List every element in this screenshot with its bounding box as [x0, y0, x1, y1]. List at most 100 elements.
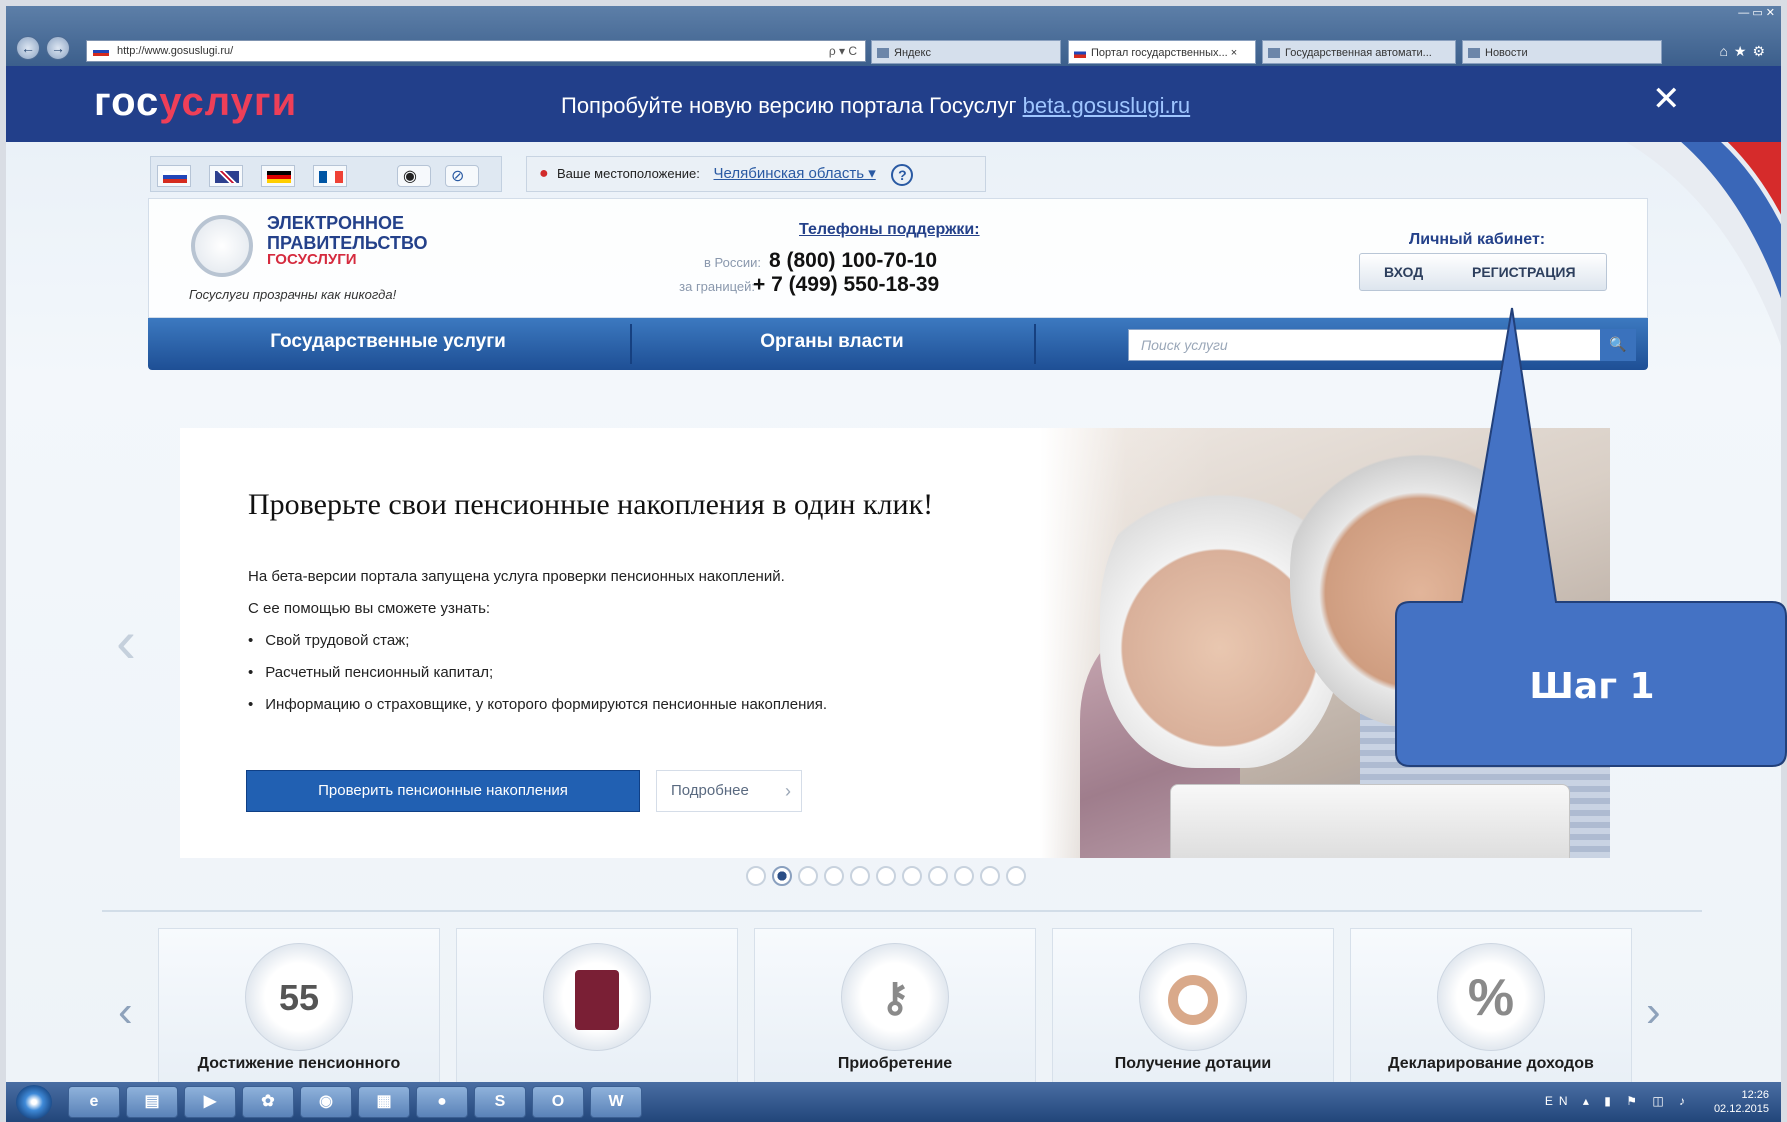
- lifebuoy-icon: [1139, 943, 1247, 1051]
- main-nav: Государственные услуги Органы власти Пои…: [148, 318, 1648, 370]
- category-pension[interactable]: 55 Достижение пенсионного: [158, 928, 440, 1082]
- back-icon[interactable]: ←: [16, 36, 40, 60]
- categories-prev-icon[interactable]: ‹: [118, 990, 133, 1034]
- tab-yandex[interactable]: Яндекс: [871, 40, 1061, 64]
- nav-authorities[interactable]: Органы власти: [632, 318, 1032, 370]
- lang-ru[interactable]: [157, 165, 191, 187]
- browser-chrome: ← → http://www.gosuslugi.ru/ ρ ▾ C Яндек…: [6, 6, 1781, 66]
- tray-icons[interactable]: EN ▴ ▮ ⚑ ◫ ♪: [1545, 1094, 1691, 1108]
- logo-part1: гос: [94, 80, 160, 124]
- slider-dot[interactable]: [928, 866, 948, 886]
- taskbar-app-icon[interactable]: ●: [416, 1086, 468, 1118]
- register-button[interactable]: РЕГИСТРАЦИЯ: [1472, 264, 1576, 280]
- location-bar: ● Ваше местоположение: Челябинская облас…: [526, 156, 986, 192]
- taskbar-app-icon[interactable]: S: [474, 1086, 526, 1118]
- taskbar-app-icon[interactable]: W: [590, 1086, 642, 1118]
- taskbar-app-icon[interactable]: e: [68, 1086, 120, 1118]
- tab-favicon-icon: [1468, 48, 1480, 58]
- promo-slider: Проверьте свои пенсионные накопления в о…: [180, 428, 1610, 858]
- eye-icon[interactable]: ◉: [397, 165, 431, 187]
- slider-dot[interactable]: [746, 866, 766, 886]
- portal-page: ◉ ⊘ ● Ваше местоположение: Челябинская о…: [6, 142, 1781, 1082]
- browser-tools-icons[interactable]: ⌂★⚙: [1719, 43, 1771, 60]
- category-label: Приобретение: [837, 1055, 953, 1072]
- search-input[interactable]: Поиск услуги: [1128, 329, 1602, 361]
- beta-link[interactable]: beta.gosuslugi.ru: [1023, 93, 1191, 118]
- percent-icon: %: [1437, 943, 1545, 1051]
- taskbar-app-icon[interactable]: ◉: [300, 1086, 352, 1118]
- taskbar-app-icon[interactable]: ▶: [184, 1086, 236, 1118]
- slider-dot[interactable]: [954, 866, 974, 886]
- slider-dot[interactable]: [824, 866, 844, 886]
- more-button-label: Подробнее: [671, 782, 749, 799]
- step-callout-label: Шаг 1: [1529, 666, 1655, 707]
- tab-news[interactable]: Новости: [1462, 40, 1662, 64]
- category-passport[interactable]: [456, 928, 738, 1082]
- phone-abroad: + 7 (499) 550-18-39: [753, 273, 940, 296]
- slogan: Госуслуги прозрачны как никогда!: [189, 287, 397, 302]
- portal-header: ЭЛЕКТРОННОЕ ПРАВИТЕЛЬСТВО ГОСУСЛУГИ Госу…: [148, 198, 1648, 318]
- address-bar[interactable]: http://www.gosuslugi.ru/ ρ ▾ C: [86, 40, 866, 62]
- beta-banner-text: Попробуйте новую версию портала Госуслуг…: [561, 93, 1190, 119]
- window-controls[interactable]: — ▭ ✕: [1738, 6, 1775, 19]
- clock-date: 02.12.2015: [1713, 1103, 1769, 1115]
- region-select[interactable]: Челябинская область ▾: [714, 165, 876, 182]
- e-government-emblem-icon[interactable]: [191, 215, 253, 277]
- taskbar-app-icon[interactable]: ✿: [242, 1086, 294, 1118]
- slide-bullet: Свой трудовой стаж;: [248, 632, 409, 649]
- category-subsidy[interactable]: Получение дотации: [1052, 928, 1334, 1082]
- compass-icon[interactable]: ⊘: [445, 165, 479, 187]
- nav-gov-services[interactable]: Государственные услуги: [148, 318, 628, 370]
- taskbar-app-icon[interactable]: ▦: [358, 1086, 410, 1118]
- tab-gas[interactable]: Государственная автомати...: [1262, 40, 1456, 64]
- logo-part2: услуги: [159, 80, 298, 124]
- more-button[interactable]: Подробнее ›: [656, 770, 802, 812]
- site-favicon-icon: [93, 47, 109, 56]
- phone-abroad-label: за границей:: [679, 279, 755, 294]
- cabinet-buttons: ВХОД РЕГИСТРАЦИЯ: [1359, 253, 1607, 291]
- taskbar-app-icon[interactable]: ▤: [126, 1086, 178, 1118]
- slide-bullet: Информацию о страховщике, у которого фор…: [248, 696, 827, 713]
- phone-ru: 8 (800) 100-70-10: [769, 249, 938, 272]
- slider-dot[interactable]: [876, 866, 896, 886]
- org-line1: ЭЛЕКТРОННОЕ: [267, 213, 404, 233]
- check-pension-button[interactable]: Проверить пенсионные накопления: [246, 770, 640, 812]
- categories-next-icon[interactable]: ›: [1646, 990, 1661, 1034]
- clock[interactable]: 12:26 02.12.2015: [1714, 1088, 1769, 1116]
- beta-banner: госуслуги Попробуйте новую версию портал…: [6, 66, 1781, 142]
- category-label: Декларирование доходов: [1388, 1055, 1594, 1072]
- language-bar: ◉ ⊘: [150, 156, 502, 192]
- forward-icon[interactable]: →: [46, 36, 70, 60]
- lang-de[interactable]: [261, 165, 295, 187]
- help-icon[interactable]: ?: [891, 163, 914, 186]
- tab-portal[interactable]: Портал государственных... ×: [1068, 40, 1256, 64]
- slider-dot[interactable]: [772, 866, 792, 886]
- category-income-declaration[interactable]: % Декларирование доходов: [1350, 928, 1632, 1082]
- slider-dot[interactable]: [850, 866, 870, 886]
- slide-bullet: Расчетный пенсионный капитал;: [248, 664, 493, 681]
- taskbar-app-icon[interactable]: O: [532, 1086, 584, 1118]
- browser-nav: ← →: [16, 36, 76, 60]
- slider-dot[interactable]: [902, 866, 922, 886]
- category-label: Достижение пенсионного: [197, 1055, 401, 1072]
- location-label: Ваше местоположение:: [557, 166, 700, 181]
- service-categories: 55 Достижение пенсионного ⚷ Приобретение…: [148, 928, 1648, 1082]
- slider-dot[interactable]: [980, 866, 1000, 886]
- slider-dot[interactable]: [798, 866, 818, 886]
- lang-en[interactable]: [209, 165, 243, 187]
- category-acquisition[interactable]: ⚷ Приобретение: [754, 928, 1036, 1082]
- clock-time: 12:26: [1741, 1089, 1769, 1101]
- slider-prev-icon[interactable]: ‹: [116, 612, 136, 672]
- gosuslugi-logo[interactable]: госуслуги: [94, 80, 297, 125]
- slider-dot[interactable]: [1006, 866, 1026, 886]
- search-icon[interactable]: 🔍: [1600, 329, 1636, 361]
- support-phones-title[interactable]: Телефоны поддержки:: [799, 221, 980, 239]
- login-button[interactable]: ВХОД: [1384, 264, 1423, 280]
- nav-divider: [1034, 324, 1036, 364]
- e-government-title[interactable]: ЭЛЕКТРОННОЕ ПРАВИТЕЛЬСТВО: [267, 213, 428, 253]
- close-icon[interactable]: ✕: [1652, 82, 1681, 116]
- address-controls[interactable]: ρ ▾ C: [829, 41, 857, 61]
- language-indicator[interactable]: EN: [1545, 1094, 1574, 1108]
- lang-fr[interactable]: [313, 165, 347, 187]
- start-button[interactable]: [16, 1085, 52, 1119]
